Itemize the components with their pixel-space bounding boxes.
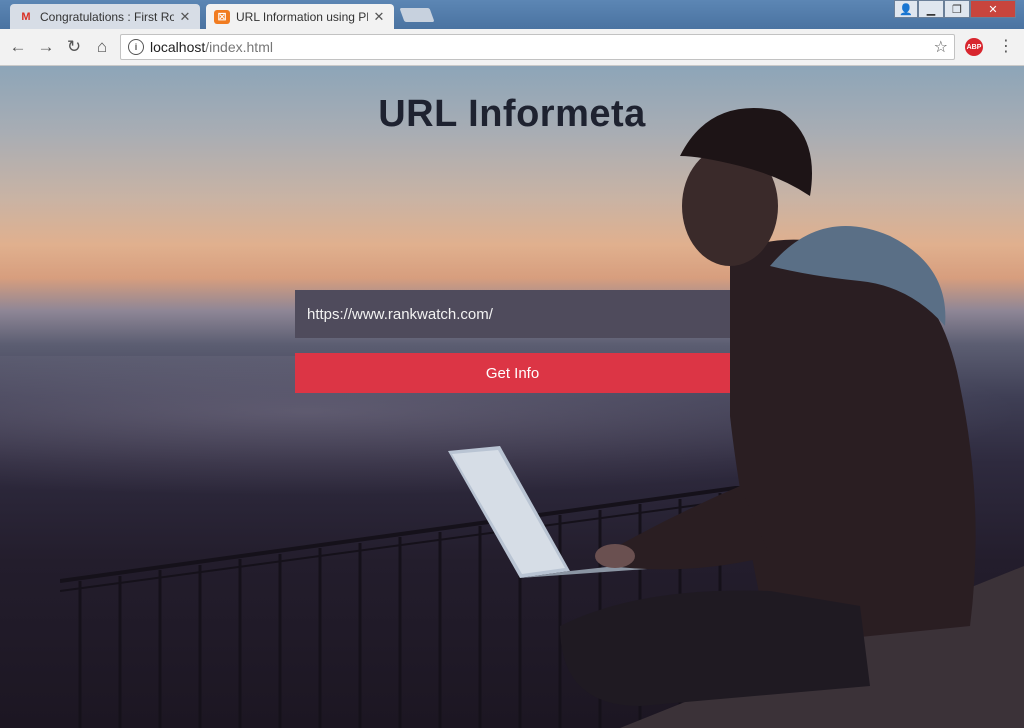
browser-menu-icon[interactable]: ⋮	[998, 38, 1014, 56]
tab-label: Congratulations : First Ro	[40, 9, 174, 24]
restore-button[interactable]: ❐	[944, 0, 970, 18]
back-arrow-icon[interactable]: ←	[8, 37, 28, 57]
person-with-laptop-image	[448, 108, 1024, 728]
gmail-icon: M	[21, 10, 31, 23]
adblock-plus-icon[interactable]: ABP	[965, 38, 983, 56]
xampp-icon: ⊠	[214, 9, 230, 24]
user-profile-icon[interactable]: 👤	[894, 0, 918, 18]
tab-gmail[interactable]: M Congratulations : First Ro ✕	[10, 4, 200, 29]
close-window-button[interactable]: ✕	[970, 0, 1016, 18]
tab-label: URL Information using PH	[236, 9, 368, 24]
url-input[interactable]	[295, 290, 730, 338]
window-controls: 👤 ▁ ❐ ✕	[894, 0, 1016, 18]
page-title: URL Informeta	[378, 93, 646, 135]
minimize-button[interactable]: ▁	[918, 0, 944, 18]
get-info-button[interactable]: Get Info	[295, 353, 730, 393]
forward-arrow-icon[interactable]: →	[36, 37, 56, 57]
address-path: /index.html	[205, 39, 273, 55]
home-icon[interactable]: ⌂	[92, 37, 112, 57]
title-bar: M Congratulations : First Ro ✕ ⊠ URL Inf…	[0, 0, 1024, 29]
address-host: localhost	[150, 39, 206, 55]
new-tab-button[interactable]	[399, 8, 435, 22]
bookmark-star-icon[interactable]: ☆	[934, 37, 948, 57]
tab-close-icon[interactable]: ✕	[372, 9, 386, 25]
page-content: URL Informeta Get Info	[0, 66, 1024, 728]
browser-window: M Congratulations : First Ro ✕ ⊠ URL Inf…	[0, 0, 1024, 728]
browser-toolbar: ← → ↻ ⌂ i localhost /index.html ☆ ABP ⋮	[0, 29, 1024, 66]
tab-close-icon[interactable]: ✕	[178, 9, 192, 25]
reload-icon[interactable]: ↻	[64, 37, 84, 57]
address-bar[interactable]: i localhost /index.html ☆	[120, 34, 955, 60]
site-info-icon[interactable]: i	[128, 39, 144, 55]
tab-url-information[interactable]: ⊠ URL Information using PH ✕	[206, 4, 394, 29]
